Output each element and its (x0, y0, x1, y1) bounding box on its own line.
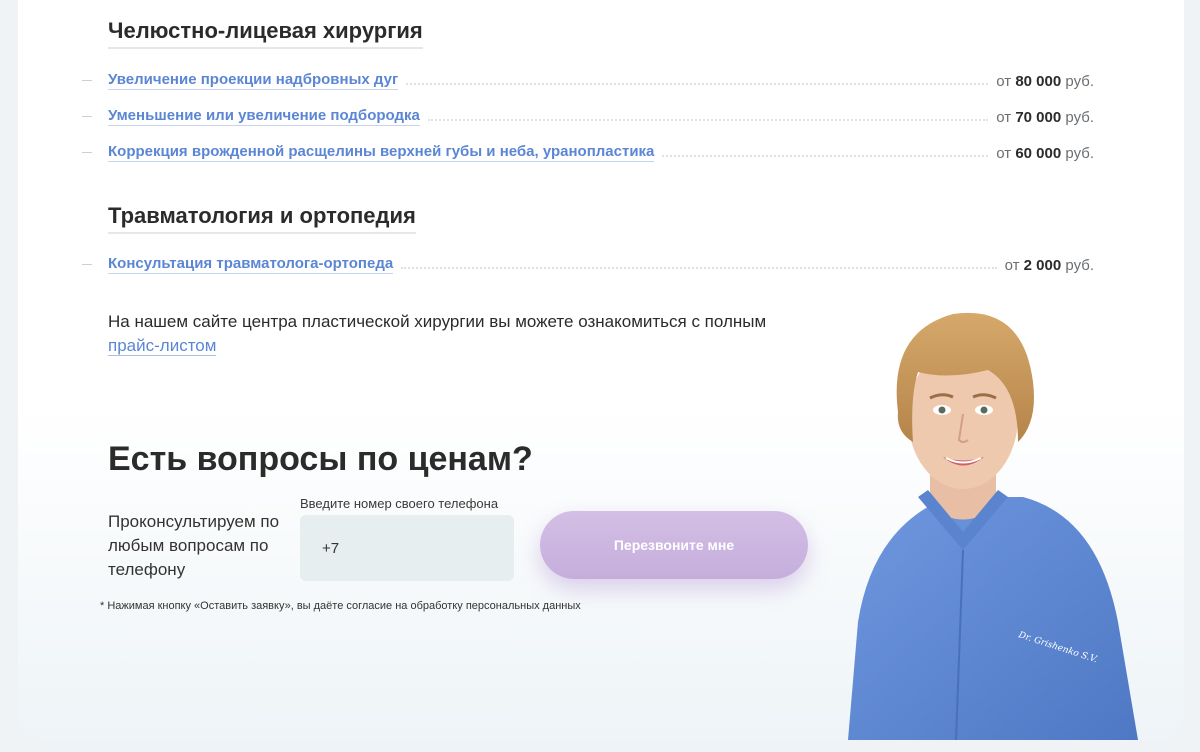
row-dash (82, 264, 92, 265)
price: от 80 000 руб. (996, 73, 1094, 90)
phone-input[interactable] (300, 515, 514, 581)
price: от 70 000 руб. (996, 109, 1094, 126)
row-dash (82, 116, 92, 117)
dot-leader (401, 267, 997, 269)
price: от 60 000 руб. (996, 145, 1094, 162)
price-row: Уменьшение или увеличение подбородка от … (82, 106, 1094, 126)
dot-leader (662, 155, 989, 157)
service-link[interactable]: Увеличение проекции надбровных дуг (108, 71, 399, 90)
service-link[interactable]: Коррекция врожденной расщелины верхней г… (108, 143, 655, 162)
price-list-note: На нашем сайте центра пластической хирур… (108, 310, 828, 358)
service-link[interactable]: Консультация травматолога-ортопеда (108, 255, 394, 274)
price-row: Коррекция врожденной расщелины верхней г… (82, 142, 1094, 162)
service-link[interactable]: Уменьшение или увеличение подбородка (108, 107, 420, 126)
cta-subtitle: Проконсультируем по любым вопросам по те… (108, 512, 280, 579)
price-row: Консультация травматолога-ортопеда от 2 … (82, 254, 1094, 274)
price-list-link[interactable]: прайс-листом (108, 336, 217, 356)
doctor-photo: Dr. Grishenko S.V. (848, 312, 1138, 740)
row-dash (82, 80, 92, 81)
cta-title: Есть вопросы по ценам? (108, 440, 533, 478)
section-title-maxillofacial: Челюстно-лицевая хирургия (108, 18, 423, 49)
price-card: Челюстно-лицевая хирургия Увеличение про… (18, 0, 1184, 740)
section-title-traumatology: Травматология и ортопедия (108, 203, 416, 234)
note-text: На нашем сайте центра пластической хирур… (108, 312, 767, 331)
row-dash (82, 152, 92, 153)
dot-leader (427, 119, 989, 121)
callback-button[interactable]: Перезвоните мне (540, 511, 808, 579)
dot-leader (406, 83, 989, 85)
price: от 2 000 руб. (1004, 257, 1094, 274)
price-row: Увеличение проекции надбровных дуг от 80… (82, 70, 1094, 90)
consent-disclaimer: * Нажимая кнопку «Оставить заявку», вы д… (100, 600, 581, 612)
phone-label: Введите номер своего телефона (300, 496, 499, 511)
